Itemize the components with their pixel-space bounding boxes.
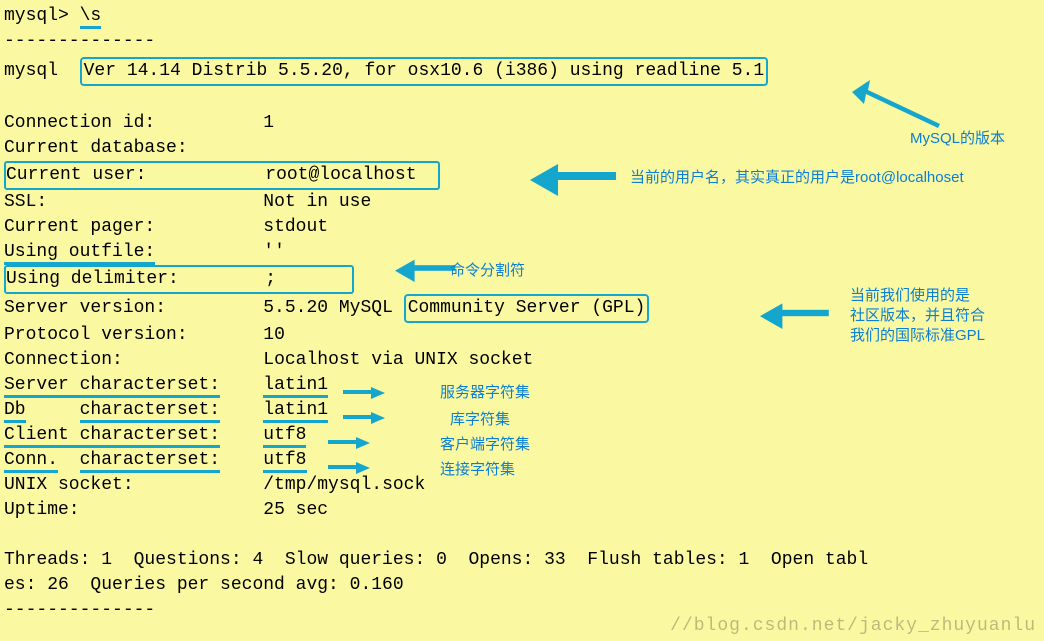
value: latin1 bbox=[263, 400, 328, 423]
label-b: characterset: bbox=[80, 450, 220, 473]
label: Current pager: bbox=[4, 217, 155, 237]
label: Connection: bbox=[4, 350, 123, 370]
row-connection: Connection: Localhost via UNIX socket bbox=[4, 348, 1040, 373]
row-ssl: SSL: Not in use bbox=[4, 190, 1040, 215]
label: Current user: bbox=[6, 165, 146, 185]
row-uptime: Uptime: 25 sec bbox=[4, 498, 1040, 523]
value: 1 bbox=[263, 113, 274, 133]
stats-line-2: es: 26 Queries per second avg: 0.160 bbox=[4, 573, 1040, 598]
value: stdout bbox=[263, 217, 328, 237]
annotation-db-cs: 库字符集 bbox=[450, 407, 510, 432]
annotation-conn-cs: 连接字符集 bbox=[440, 457, 515, 482]
value: Localhost via UNIX socket bbox=[263, 350, 533, 370]
value: '' bbox=[263, 242, 285, 262]
label: Server characterset: bbox=[4, 375, 220, 398]
annotation-community-3: 我们的国际标准GPL bbox=[850, 323, 985, 348]
blank-line-2 bbox=[4, 523, 1040, 548]
label: Uptime: bbox=[4, 500, 80, 520]
version-box: Ver 14.14 Distrib 5.5.20, for osx10.6 (i… bbox=[80, 57, 769, 86]
row-current-db: Current database: bbox=[4, 136, 1040, 161]
watermark: //blog.csdn.net/jacky_zhuyuanlu bbox=[670, 614, 1036, 639]
label-a: Db bbox=[4, 400, 26, 423]
value-prefix: 5.5.20 MySQL bbox=[263, 298, 393, 318]
row-pager: Current pager: stdout bbox=[4, 215, 1040, 240]
row-socket: UNIX socket: /tmp/mysql.sock bbox=[4, 473, 1040, 498]
annotation-client-cs: 客户端字符集 bbox=[440, 432, 530, 457]
label: Server version: bbox=[4, 298, 166, 318]
dash-line: -------------- bbox=[4, 29, 1040, 54]
value: root@localhost bbox=[265, 165, 416, 185]
label-b: characterset: bbox=[80, 400, 220, 423]
label: Protocol version: bbox=[4, 325, 188, 345]
label-a: Conn. bbox=[4, 450, 58, 473]
value: utf8 bbox=[263, 450, 306, 473]
label: Using outfile: bbox=[4, 242, 155, 265]
value: 10 bbox=[263, 325, 285, 345]
arrow-version bbox=[840, 80, 950, 130]
label: SSL: bbox=[4, 192, 47, 212]
value: /tmp/mysql.sock bbox=[263, 475, 425, 495]
value: Not in use bbox=[263, 192, 371, 212]
label: Using delimiter: bbox=[6, 269, 179, 289]
annotation-delimiter: 命令分割符 bbox=[450, 258, 525, 283]
value: ; bbox=[265, 269, 276, 289]
label: UNIX socket: bbox=[4, 475, 134, 495]
version-prefix: mysql bbox=[4, 61, 80, 81]
delimiter-box: Using delimiter: ; bbox=[4, 265, 354, 294]
community-box: Community Server (GPL) bbox=[404, 294, 650, 323]
annotation-version: MySQL的版本 bbox=[910, 126, 1005, 151]
prompt-line: mysql> \s bbox=[4, 4, 1040, 29]
value: latin1 bbox=[263, 375, 328, 398]
prompt: mysql> bbox=[4, 6, 80, 26]
current-user-box: Current user: root@localhost bbox=[4, 161, 440, 190]
value: 25 sec bbox=[263, 500, 328, 520]
label: Current database: bbox=[4, 138, 188, 158]
annotation-server-cs: 服务器字符集 bbox=[440, 380, 530, 405]
label: Connection id: bbox=[4, 113, 155, 133]
label: Client characterset: bbox=[4, 425, 220, 448]
annotation-user: 当前的用户名，其实真正的用户是root@localhoset bbox=[630, 165, 964, 190]
stats-line-1: Threads: 1 Questions: 4 Slow queries: 0 … bbox=[4, 548, 1040, 573]
value: utf8 bbox=[263, 425, 306, 448]
command: \s bbox=[80, 6, 102, 29]
